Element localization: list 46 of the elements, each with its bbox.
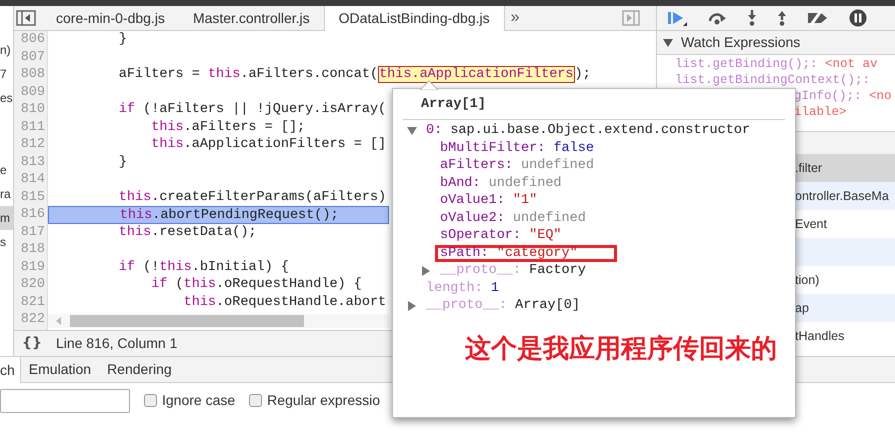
code-line: this.resetData(); — [118, 224, 257, 241]
line-number: 814 — [20, 171, 46, 188]
property-entry: aFilters: undefined — [439, 157, 595, 174]
property-entry: oValue2: undefined — [439, 210, 587, 227]
popover-title: Array[1] — [421, 96, 486, 114]
line-number: 822 — [20, 311, 46, 328]
property-entry: __proto__: Factory — [439, 262, 587, 280]
line-number: 813 — [20, 154, 46, 171]
line-number: 819 — [20, 258, 46, 276]
code-line: } — [118, 154, 127, 171]
line-number: 808 — [20, 66, 46, 84]
property-entry: __proto__: Array[0] — [425, 297, 581, 314]
line-number: 818 — [20, 241, 46, 258]
property-entry: sPath: "category" — [435, 244, 617, 262]
watch-expression: gInfo();: <no — [794, 88, 892, 104]
line-number: 817 — [20, 224, 46, 241]
line-number: 811 — [20, 118, 46, 136]
line-number: 815 — [20, 188, 46, 206]
property-entry: oValue1: "1" — [439, 192, 538, 210]
line-number: 820 — [20, 276, 46, 294]
property-entry: 0: sap.ui.base.Object.extend.constructor — [425, 122, 752, 140]
line-number: 810 — [20, 101, 46, 118]
watch-expression: list.getBinding();: <not av — [675, 56, 878, 72]
property-entry: length: 1 — [425, 280, 500, 297]
line-number: 816 — [20, 206, 46, 224]
watch-expression: list.getBindingContext();: — [675, 72, 870, 88]
code-line: this.createFilterParams(aFilters) — [118, 188, 386, 206]
code-line: if (!this.bInitial) { — [118, 258, 289, 276]
code-line: if (this.oRequestHandle) { — [150, 276, 362, 294]
line-number: 809 — [20, 84, 46, 101]
code-line: this.aApplicationFilters = [] — [150, 136, 386, 154]
code-line: } — [118, 31, 127, 48]
code-line: aFilters = this.aFilters.concat(this.aApplicationFilters); — [118, 66, 591, 84]
line-number: 807 — [20, 48, 46, 66]
code-line: this.aFilters = []; — [150, 118, 306, 136]
line-number: 821 — [20, 294, 46, 311]
property-entry: bMultiFilter: false — [439, 140, 595, 157]
annotation-text: 这个是我应用程序传回来的 — [465, 332, 777, 365]
line-number: 806 — [20, 31, 46, 48]
watch-expression: ilable> — [794, 104, 847, 120]
cursor-position: Line 816, Column 1 — [56, 334, 178, 353]
property-entry: bAnd: undefined — [439, 174, 563, 192]
line-number: 812 — [20, 136, 46, 154]
code-line: if (!aFilters || !jQuery.isArray( — [118, 101, 386, 118]
code-line: this.oRequestHandle.abort — [182, 294, 386, 311]
property-entry: sOperator: "EQ" — [439, 227, 563, 244]
